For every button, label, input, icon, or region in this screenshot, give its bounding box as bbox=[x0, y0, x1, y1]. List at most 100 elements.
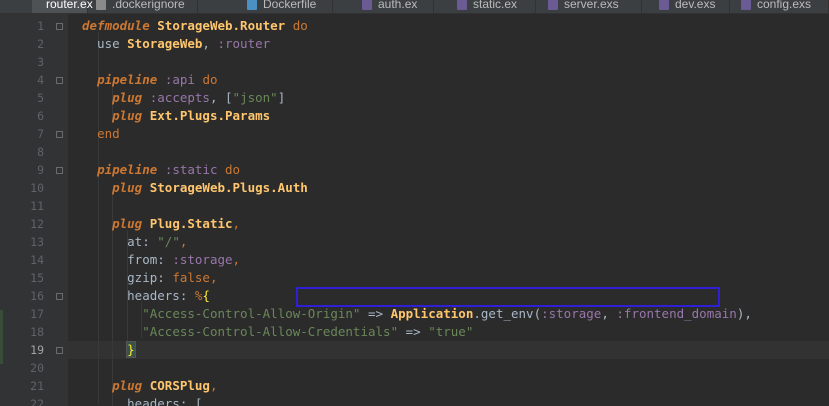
code-token: Ext.Plugs.Params bbox=[149, 108, 271, 123]
code-line[interactable]: } bbox=[82, 341, 136, 359]
editor-tab-router-ex[interactable]: router.ex bbox=[32, 0, 93, 13]
tab-label: server.exs bbox=[564, 0, 619, 11]
code-token: Plug.Static bbox=[149, 216, 233, 231]
elixir-file-icon bbox=[548, 0, 558, 10]
code-line[interactable]: headers: %{ bbox=[82, 287, 210, 305]
code-token: , bbox=[209, 270, 218, 285]
code-line[interactable]: "Access-Control-Allow-Credentials" => "t… bbox=[82, 323, 473, 341]
code-token: => bbox=[360, 306, 391, 321]
code-line[interactable]: "Access-Control-Allow-Origin" => Applica… bbox=[82, 305, 752, 323]
editor-tab-dockerignore[interactable]: .dockerignore bbox=[88, 0, 198, 13]
code-token: StorageWeb.Router bbox=[157, 18, 286, 33]
editor-tab-static-ex[interactable]: static.ex bbox=[449, 0, 536, 13]
code-line[interactable]: headers: [ bbox=[82, 395, 202, 406]
code-editor[interactable]: defmodule StorageWeb.Router do use Stora… bbox=[68, 14, 829, 406]
line-number: 8 bbox=[37, 145, 44, 159]
line-number: 9 bbox=[37, 163, 44, 177]
line-number: 21 bbox=[30, 379, 44, 393]
editor-tab-config-exs[interactable]: config.exs bbox=[733, 0, 829, 13]
line-number: 3 bbox=[37, 55, 44, 69]
code-line[interactable]: plug StorageWeb.Plugs.Auth bbox=[82, 179, 308, 197]
code-token: pipeline bbox=[97, 162, 158, 177]
code-token: do bbox=[225, 162, 241, 177]
code-fold-icon[interactable] bbox=[56, 23, 63, 30]
line-number: 22 bbox=[30, 397, 44, 406]
code-token: :api bbox=[164, 72, 195, 87]
code-token: at: bbox=[82, 234, 158, 249]
text-file-icon bbox=[96, 0, 106, 10]
current-line-highlight bbox=[68, 341, 829, 359]
code-token: Application bbox=[390, 306, 474, 321]
code-token: } bbox=[126, 341, 136, 358]
line-number: 16 bbox=[30, 289, 44, 303]
line-number: 11 bbox=[30, 199, 44, 213]
code-token: headers: bbox=[82, 288, 195, 303]
editor-tab-bar: router.ex .dockerignore Dockerfile auth.ex s… bbox=[0, 0, 829, 14]
code-token: , bbox=[232, 252, 241, 267]
code-token: , bbox=[601, 306, 617, 321]
line-number: 12 bbox=[30, 217, 44, 231]
line-number: 2 bbox=[37, 37, 44, 51]
code-token: :router bbox=[217, 36, 271, 51]
code-token: plug bbox=[112, 378, 143, 393]
tab-label: router.ex bbox=[46, 0, 93, 11]
line-number: 20 bbox=[30, 361, 44, 375]
code-token: "Access-Control-Allow-Credentials" bbox=[142, 324, 399, 339]
tab-label: .dockerignore bbox=[112, 0, 185, 11]
code-line[interactable]: plug CORSPlug, bbox=[82, 377, 217, 395]
tab-label: dev.exs bbox=[675, 0, 716, 11]
code-fold-icon[interactable] bbox=[56, 131, 63, 138]
code-token: end bbox=[97, 126, 120, 141]
code-line[interactable]: plug Ext.Plugs.Params bbox=[82, 107, 270, 125]
code-line[interactable]: plug Plug.Static, bbox=[82, 215, 240, 233]
code-fold-icon[interactable] bbox=[56, 77, 63, 84]
line-number: 18 bbox=[30, 325, 44, 339]
code-token: defmodule bbox=[82, 18, 150, 33]
code-line[interactable]: at: "/", bbox=[82, 233, 187, 251]
code-fold-icon[interactable] bbox=[56, 293, 63, 300]
highlight-selection-box bbox=[296, 287, 720, 307]
elixir-file-icon bbox=[741, 0, 751, 10]
code-token: ), bbox=[736, 306, 752, 321]
line-number: 5 bbox=[37, 91, 44, 105]
code-token: => bbox=[398, 324, 429, 339]
code-token: :static bbox=[164, 162, 218, 177]
code-line[interactable]: end bbox=[82, 125, 120, 143]
code-line[interactable]: pipeline :api do bbox=[82, 71, 217, 89]
code-line[interactable]: pipeline :static do bbox=[82, 161, 240, 179]
code-token: ] bbox=[277, 90, 286, 105]
code-token: :accepts bbox=[149, 90, 210, 105]
code-token: gzip: bbox=[82, 270, 173, 285]
code-line[interactable]: use StorageWeb, :router bbox=[82, 35, 270, 53]
editor-tab-auth-ex[interactable]: auth.ex bbox=[354, 0, 434, 13]
code-fold-icon[interactable] bbox=[56, 347, 63, 354]
editor-tab-server-exs[interactable]: server.exs bbox=[540, 0, 642, 13]
line-number: 4 bbox=[37, 73, 44, 87]
code-token: :frontend_domain bbox=[616, 306, 737, 321]
line-number: 17 bbox=[30, 307, 44, 321]
elixir-file-icon bbox=[659, 0, 669, 10]
editor-tab-dev-exs[interactable]: dev.exs bbox=[651, 0, 730, 13]
code-line[interactable]: defmodule StorageWeb.Router do bbox=[82, 17, 308, 35]
code-line[interactable]: plug :accepts, ["json"] bbox=[82, 89, 285, 107]
code-token: do bbox=[292, 18, 308, 33]
code-token: plug bbox=[112, 180, 143, 195]
code-fold-icon[interactable] bbox=[56, 167, 63, 174]
editor-tab-dockerfile[interactable]: Dockerfile bbox=[239, 0, 333, 13]
code-line[interactable]: from: :storage, bbox=[82, 251, 240, 269]
code-line[interactable]: gzip: false, bbox=[82, 269, 217, 287]
code-token: "Access-Control-Allow-Origin" bbox=[142, 306, 361, 321]
code-token: pipeline bbox=[97, 72, 158, 87]
